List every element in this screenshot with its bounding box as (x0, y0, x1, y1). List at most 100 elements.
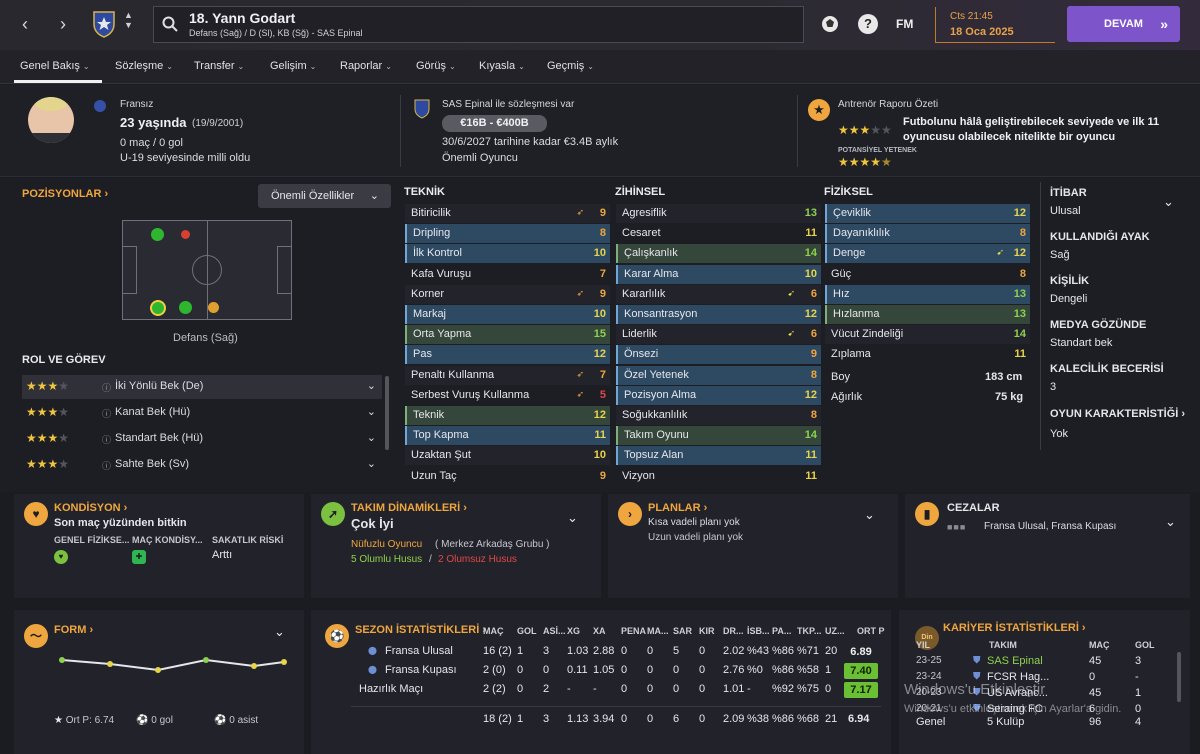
attribute-row[interactable]: Kararlılık 6 ➹ (616, 284, 821, 304)
tab-transfer[interactable]: Transfer ⌄ (194, 60, 244, 72)
season-col-header[interactable]: PA... (772, 626, 791, 636)
info-icon[interactable]: ⓘ (102, 433, 111, 446)
attribute-row[interactable]: Dripling 8 (405, 224, 610, 244)
position-dot-ml[interactable] (181, 230, 190, 239)
attribute-row[interactable]: Serbest Vuruş Kullanma 5 ➶ (405, 386, 610, 405)
season-col-header[interactable]: PENA (621, 626, 646, 636)
attribute-row[interactable]: Markaj 10 (405, 305, 610, 324)
football-icon[interactable] (820, 14, 840, 34)
tab-reports[interactable]: Raporlar ⌄ (340, 60, 392, 72)
negative-count[interactable]: 2 Olumsuz Husus (438, 554, 517, 565)
career-col-header[interactable]: MAÇ (1089, 640, 1110, 650)
competition-name[interactable]: Fransa Kupası (385, 664, 457, 676)
season-col-header[interactable]: İSB... (747, 626, 770, 636)
form-title[interactable]: FORM › (54, 624, 93, 636)
tab-contract[interactable]: Sözleşme ⌄ (115, 60, 173, 72)
attribute-row[interactable]: Dayanıklılık 8 (825, 224, 1030, 244)
tab-compare[interactable]: Kıyasla ⌄ (479, 60, 525, 72)
career-scrollbar[interactable] (1177, 652, 1181, 702)
forward-arrow-icon[interactable]: › (50, 11, 76, 37)
fm-menu-button[interactable]: FM (896, 17, 913, 31)
season-col-header[interactable]: ORT P (857, 626, 885, 636)
career-team-cell[interactable]: SAS Epinal (987, 655, 1043, 667)
positive-count[interactable]: 5 Olumlu Husus (351, 554, 422, 565)
attribute-row[interactable]: Karar Alma 10 (616, 264, 821, 284)
club-crest-icon[interactable] (92, 10, 116, 38)
attribute-row[interactable]: Önsezi 9 (616, 345, 821, 365)
attribute-row[interactable]: Denge 12 ➹ (825, 244, 1030, 264)
help-icon[interactable]: ? (858, 14, 878, 34)
attribute-row[interactable]: Soğukkanlılık 8 (616, 406, 821, 425)
career-stats-title[interactable]: KARİYER İSTATİSTİKLERİ › (943, 622, 1086, 634)
competition-name[interactable]: Fransa Ulusal (385, 645, 453, 657)
attribute-row[interactable]: Cesaret 11 (616, 224, 821, 243)
role-row[interactable]: ★★★★ ⓘ İki Yönlü Bek (De) ⌄ (22, 375, 382, 399)
season-col-header[interactable]: KIR (699, 626, 715, 636)
season-col-header[interactable]: TKP... (797, 626, 821, 636)
attribute-row[interactable]: Özel Yetenek 8 (616, 365, 821, 385)
position-dot-dr[interactable] (150, 300, 166, 316)
role-row[interactable]: ★★★★ ⓘ Standart Bek (Hü) ⌄ (22, 427, 382, 451)
tab-view[interactable]: Görüş ⌄ (416, 60, 456, 72)
search-icon[interactable] (162, 16, 178, 35)
attribute-row[interactable]: Hızlanma 13 (825, 305, 1030, 324)
value-range-badge[interactable]: €16B - €400B (442, 115, 547, 132)
career-col-header[interactable]: YIL (916, 640, 930, 650)
chevron-down-icon[interactable]: ⌄ (367, 379, 376, 392)
position-dot-mr[interactable] (208, 302, 219, 313)
tab-overview[interactable]: Genel Bakış ⌄ (20, 60, 90, 72)
season-col-header[interactable]: GOL (517, 626, 537, 636)
chevron-down-icon[interactable]: ⌄ (864, 507, 875, 523)
attribute-row[interactable]: Uzun Taç 9 (405, 467, 610, 486)
player-header-box[interactable]: 18. Yann Godart Defans (Sağ) / D (Sl), K… (153, 6, 804, 43)
attribute-row[interactable]: Uzaktan Şut 10 (405, 446, 610, 466)
attribute-row[interactable]: Konsantrasyon 12 (616, 305, 821, 324)
attribute-row[interactable]: Agresiflik 13 (616, 204, 821, 223)
chevron-down-icon[interactable]: ⌄ (367, 457, 376, 470)
attribute-row[interactable]: Pas 12 (405, 345, 610, 365)
attribute-row[interactable]: Pozisyon Alma 12 (616, 385, 821, 405)
info-icon[interactable]: ⓘ (102, 459, 111, 472)
roles-scrollbar[interactable] (385, 376, 389, 450)
season-col-header[interactable]: SAR (673, 626, 692, 636)
season-col-header[interactable]: MAÇ (483, 626, 504, 636)
career-col-header[interactable]: TAKIM (989, 640, 1017, 650)
position-dot-wbr[interactable] (179, 301, 192, 314)
attribute-row[interactable]: Vücut Zindeliği 14 (825, 325, 1030, 345)
season-col-header[interactable]: MA... (647, 626, 669, 636)
position-dot-dl[interactable] (151, 228, 164, 241)
date-display[interactable]: Cts 21:45 18 Oca 2025 (935, 7, 1055, 43)
attribute-row[interactable]: Orta Yapma 15 (405, 325, 610, 345)
attribute-filter-dropdown[interactable]: Önemli Özellikler ⌄ (258, 184, 391, 208)
tab-development[interactable]: Gelişim ⌄ (270, 60, 316, 72)
attribute-row[interactable]: Topsuz Alan 11 (616, 446, 821, 466)
continue-button[interactable]: DEVAM » (1067, 6, 1180, 42)
season-col-header[interactable]: ASİ... (543, 626, 566, 636)
season-col-header[interactable]: XA (593, 626, 606, 636)
attribute-row[interactable]: Top Kapma 11 (405, 426, 610, 446)
competition-name[interactable]: Hazırlık Maçı (359, 683, 423, 695)
info-icon[interactable]: ⓘ (102, 407, 111, 420)
chevron-down-icon[interactable]: ⌄ (1165, 514, 1176, 530)
attribute-row[interactable]: Çalışkanlık 14 (616, 244, 821, 264)
positions-title[interactable]: POZİSYONLAR › (22, 188, 108, 200)
dynamics-title[interactable]: TAKIM DİNAMİKLERİ › (351, 502, 467, 514)
attribute-row[interactable]: Penaltı Kullanma 7 ➶ (405, 365, 610, 385)
attribute-row[interactable]: Zıplama 11 (825, 345, 1030, 364)
attribute-row[interactable]: Güç 8 (825, 265, 1030, 284)
season-stats-title[interactable]: SEZON İSTATİSTİKLERİ › (355, 624, 486, 636)
chevron-down-icon[interactable]: ⌄ (367, 431, 376, 444)
season-col-header[interactable]: XG (567, 626, 580, 636)
chevron-down-icon[interactable]: ⌄ (274, 624, 285, 640)
chevron-down-icon[interactable]: ⌄ (367, 405, 376, 418)
season-col-header[interactable]: UZ... (825, 626, 845, 636)
tab-history[interactable]: Geçmiş ⌄ (547, 60, 594, 72)
attribute-row[interactable]: Çeviklik 12 (825, 204, 1030, 223)
attribute-row[interactable]: Bitiricilik 9 ➶ (405, 204, 610, 223)
attribute-row[interactable]: Kafa Vuruşu 7 (405, 265, 610, 284)
player-traits-label[interactable]: OYUN KARAKTERİSTİĞİ › (1050, 408, 1185, 420)
chevron-down-icon[interactable]: ⌄ (567, 510, 578, 526)
plans-title[interactable]: PLANLAR › (648, 502, 707, 514)
attribute-row[interactable]: Teknik 12 (405, 406, 610, 425)
attribute-row[interactable]: İlk Kontrol 10 (405, 244, 610, 264)
